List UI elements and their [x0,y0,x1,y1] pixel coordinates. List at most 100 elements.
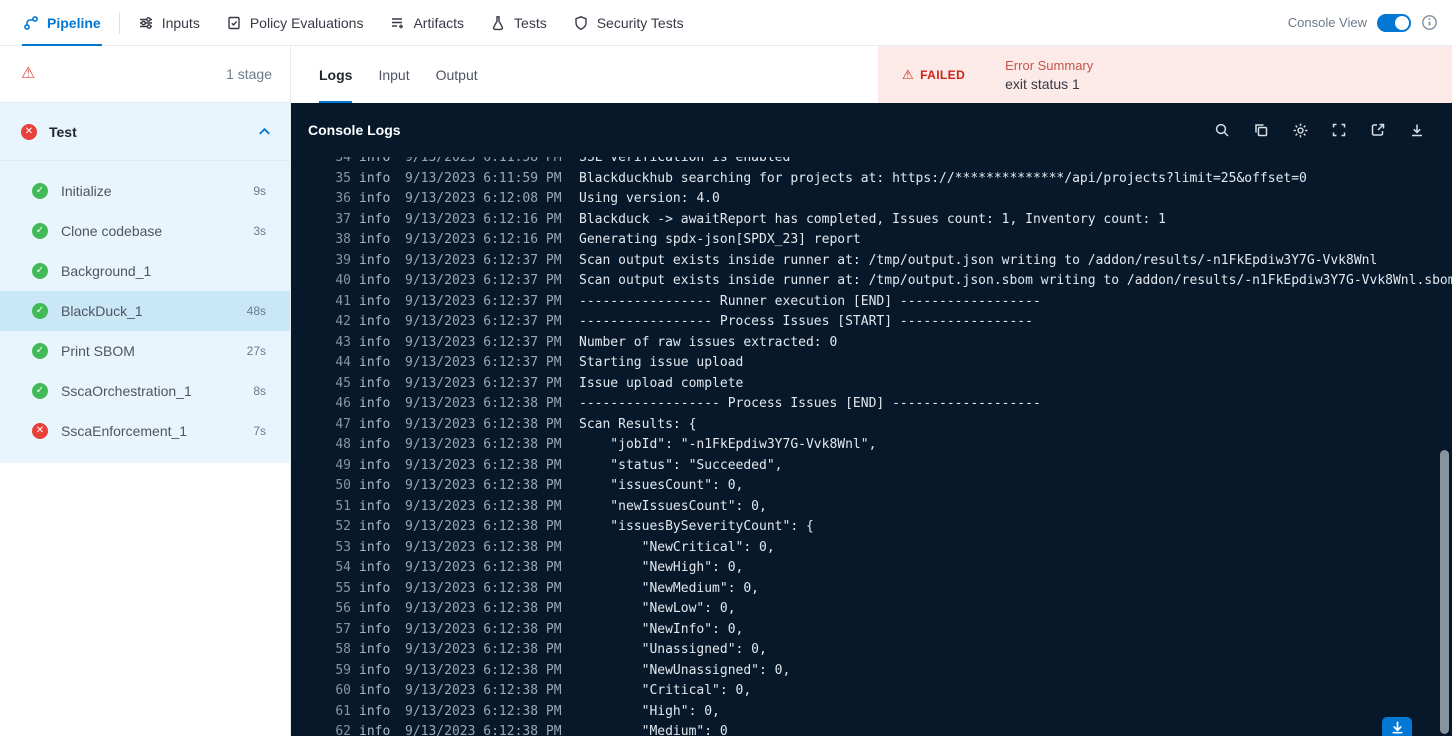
log-level: info [359,252,391,268]
log-timestamp: 9/13/2023 6:12:37 PM [405,273,562,288]
console-scrollbar[interactable] [1440,450,1449,734]
log-line: 44 info 9/13/2023 6:12:37 PM Starting is… [331,353,1452,374]
tab-policy-evaluations[interactable]: Policy Evaluations [213,0,377,46]
step-duration: 9s [253,184,266,198]
open-in-new-icon[interactable] [1369,121,1387,139]
tab-output[interactable]: Output [436,46,478,103]
artifacts-icon [392,17,404,28]
log-line: 34 info 9/13/2023 6:11:58 PM SSL verific… [331,157,1452,169]
log-message: "NewCritical": 0, [579,539,775,555]
step-name: Initialize [61,183,112,199]
tab-pipeline[interactable]: Pipeline [10,0,114,46]
stage-status-icon [21,123,37,140]
log-level: info [359,232,391,247]
log-message: "NewMedium": 0, [579,580,760,596]
failed-badge: ⚠ FAILED [902,67,965,83]
step-row[interactable]: Clone codebase 3s [0,211,290,251]
tab-tests[interactable]: Tests [477,0,560,46]
console-log-viewport[interactable]: 34 info 9/13/2023 6:11:58 PM SSL verific… [291,157,1452,736]
log-level: info [359,580,391,596]
scroll-to-bottom-button[interactable] [1382,717,1412,736]
log-timestamp: 9/13/2023 6:11:58 PM [405,157,562,165]
log-line-number: 59 [335,662,351,678]
log-level: info [359,293,391,309]
fullscreen-icon[interactable] [1330,121,1348,139]
chevron-up-icon[interactable] [257,124,272,139]
log-line: 51 info 9/13/2023 6:12:38 PM "newIssuesC… [331,497,1452,518]
step-row[interactable]: Background_1 [0,251,290,291]
step-duration: 7s [253,424,266,438]
log-level: info [359,334,391,350]
log-line-number: 45 [335,375,351,391]
log-level: info [359,683,391,698]
log-level: info [359,724,391,736]
log-line-number: 44 [335,355,351,370]
log-timestamp: 9/13/2023 6:12:38 PM [405,437,562,452]
log-line-number: 55 [335,580,351,596]
log-line-number: 57 [335,621,351,637]
log-message: SSL verification is enabled [579,157,791,165]
tab-input[interactable]: Input [378,46,409,103]
tab-logs[interactable]: Logs [319,46,353,103]
log-level: info [359,396,391,411]
log-level: info [359,478,391,493]
log-line: 62 info 9/13/2023 6:12:38 PM "Medium": 0 [331,722,1452,736]
tab-security-tests[interactable]: Security Tests [560,0,697,46]
step-status-icon [32,303,48,319]
log-line: 52 info 9/13/2023 6:12:38 PM "issuesBySe… [331,517,1452,538]
log-line-number: 50 [335,478,351,493]
tab-inputs[interactable]: Inputs [125,0,213,46]
copy-icon[interactable] [1252,121,1270,139]
log-level: info [359,416,391,432]
log-tabs: Logs Input Output [291,46,478,103]
settings-gear-icon[interactable] [1291,121,1309,139]
log-message: "status": "Succeeded", [579,457,783,473]
tab-artifacts[interactable]: Artifacts [376,0,477,46]
log-level: info [359,560,391,575]
log-level: info [359,355,391,370]
log-level: info [359,157,391,165]
console-view-toggle[interactable] [1377,13,1411,32]
log-line: 54 info 9/13/2023 6:12:38 PM "NewHigh": … [331,558,1452,579]
step-duration: 8s [253,384,266,398]
error-summary-message: exit status 1 [1005,75,1080,92]
download-icon[interactable] [1408,121,1426,139]
log-timestamp: 9/13/2023 6:12:37 PM [405,314,562,329]
log-message: "High": 0, [579,703,720,719]
step-duration: 48s [246,304,266,318]
log-message: "NewLow": 0, [579,601,736,616]
stage-count: 1 stage [226,66,272,82]
log-level: info [359,601,391,616]
log-timestamp: 9/13/2023 6:12:38 PM [405,601,562,616]
log-line: 49 info 9/13/2023 6:12:38 PM "status": "… [331,456,1452,477]
log-timestamp: 9/13/2023 6:12:38 PM [405,703,562,719]
log-line: 41 info 9/13/2023 6:12:37 PM -----------… [331,292,1452,313]
console-view-label: Console View [1287,15,1367,30]
log-line-number: 40 [335,273,351,288]
log-line: 39 info 9/13/2023 6:12:37 PM Scan output… [331,251,1452,272]
log-message: ----------------- Process Issues [START]… [579,314,1033,329]
log-timestamp: 9/13/2023 6:12:38 PM [405,416,562,432]
log-line: 53 info 9/13/2023 6:12:38 PM "NewCritica… [331,538,1452,559]
info-icon[interactable] [1421,14,1438,31]
log-message: Issue upload complete [579,375,744,391]
log-message: Using version: 4.0 [579,191,720,206]
tab-pipeline-label: Pipeline [47,14,101,31]
log-line: 43 info 9/13/2023 6:12:37 PM Number of r… [331,333,1452,354]
log-message: "Critical": 0, [579,683,752,698]
log-message: "jobId": "-n1FkEpdiw3Y7G-Vvk8Wnl", [579,437,877,452]
stage-name: Test [49,123,77,140]
step-row[interactable]: SscaOrchestration_1 8s [0,371,290,411]
log-timestamp: 9/13/2023 6:12:38 PM [405,519,562,534]
step-row[interactable]: SscaEnforcement_1 7s [0,411,290,451]
search-icon[interactable] [1213,121,1231,139]
log-line-number: 41 [335,293,351,309]
arrow-down-icon [1391,721,1403,734]
nav-divider [118,11,120,34]
step-row[interactable]: BlackDuck_1 48s [0,291,290,331]
stage-header-test[interactable]: Test [0,103,290,161]
step-row[interactable]: Print SBOM 27s [0,331,290,371]
log-level: info [359,375,391,391]
security-tests-icon [575,15,587,30]
step-row[interactable]: Initialize 9s [0,171,290,211]
